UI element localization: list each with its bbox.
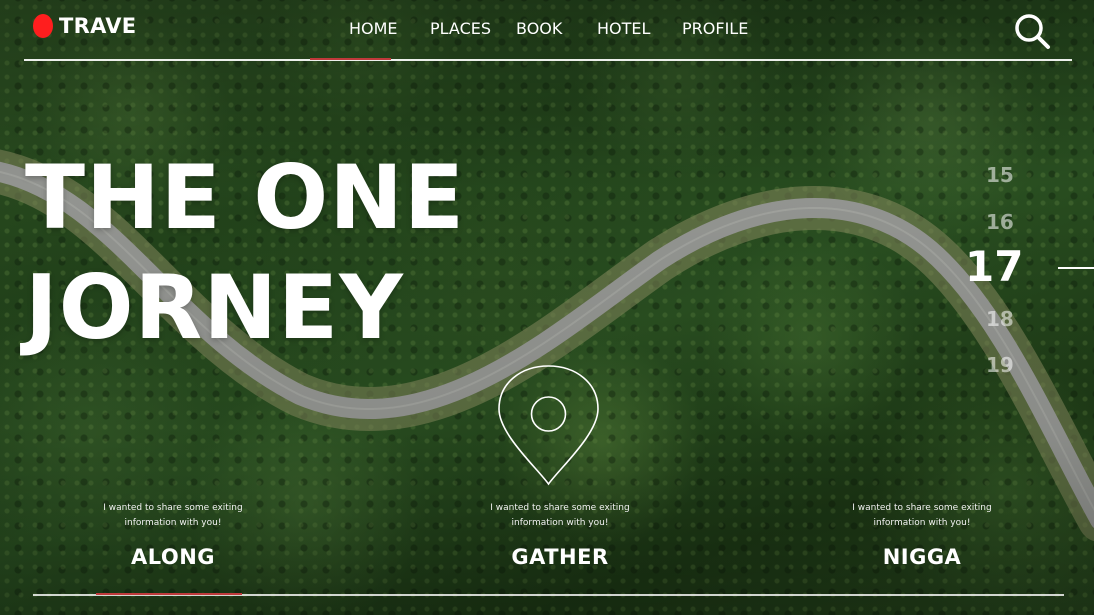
brand-name: TRAVE [59, 14, 137, 38]
hero-title-line-2: JORNEY [25, 256, 404, 359]
nav-item-profile[interactable]: PROFILE [682, 19, 748, 38]
feature-title-along[interactable]: ALONG [93, 545, 253, 569]
top-navigation-bar: TRAVE HOME PLACES BOOK HOTEL PROFILE [24, 0, 1072, 61]
feature-description-line-1: I wanted to share some exiting [103, 503, 243, 513]
hero-title: THE ONE JORNEY [25, 143, 465, 363]
logo-dot-icon [33, 14, 53, 38]
date-item-19[interactable]: 19 [986, 353, 1014, 377]
nav-item-book[interactable]: BOOK [516, 19, 562, 38]
date-item-16[interactable]: 16 [986, 210, 1014, 234]
feature-description-line-2: information with you! [873, 518, 971, 528]
nav-item-places[interactable]: PLACES [430, 19, 491, 38]
feature-along: I wanted to share some exiting informati… [93, 501, 253, 569]
feature-description-line-2: information with you! [511, 518, 609, 528]
date-item-17-active[interactable]: 17 [965, 242, 1023, 291]
feature-title-gather[interactable]: GATHER [480, 545, 640, 569]
nav-item-hotel[interactable]: HOTEL [597, 19, 650, 38]
hero-title-line-1: THE ONE [25, 146, 465, 249]
date-item-15[interactable]: 15 [986, 163, 1014, 187]
nav-active-indicator [310, 58, 391, 60]
date-item-18[interactable]: 18 [986, 307, 1014, 331]
bottom-active-indicator [96, 593, 242, 595]
brand-logo[interactable]: TRAVE [33, 14, 136, 38]
feature-description-line-1: I wanted to share some exiting [852, 503, 992, 513]
nav-item-home[interactable]: HOME [349, 19, 398, 38]
feature-description-line-2: information with you! [124, 518, 222, 528]
feature-nigga: I wanted to share some exiting informati… [842, 501, 1002, 569]
feature-description-line-1: I wanted to share some exiting [490, 503, 630, 513]
feature-gather: I wanted to share some exiting informati… [480, 501, 640, 569]
location-pin-icon[interactable] [497, 364, 600, 486]
date-active-indicator [1058, 267, 1094, 269]
feature-title-nigga[interactable]: NIGGA [842, 545, 1002, 569]
